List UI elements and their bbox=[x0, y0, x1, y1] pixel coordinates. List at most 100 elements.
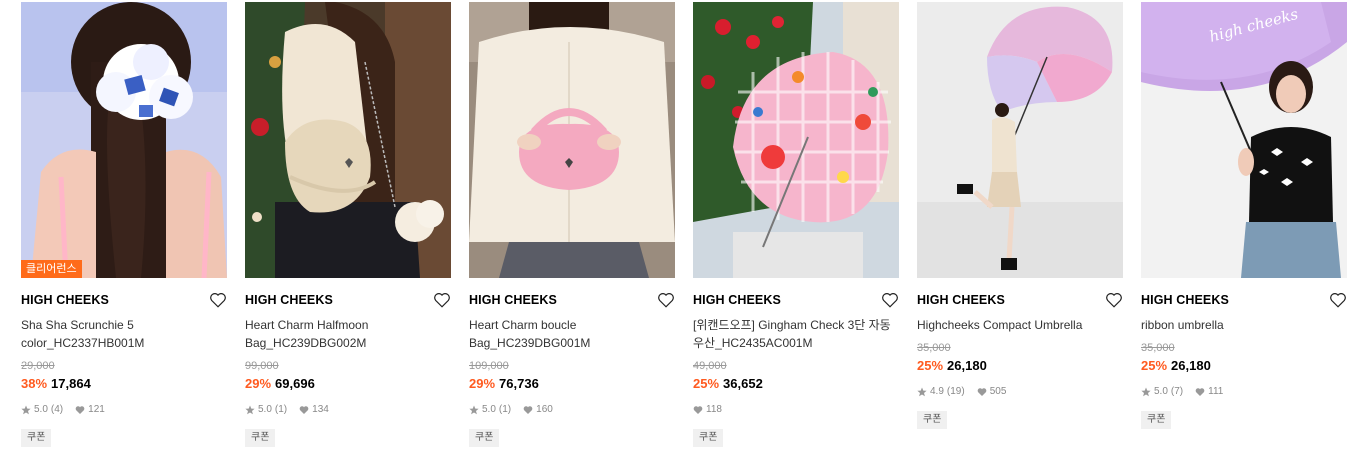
wishlist-heart-icon[interactable] bbox=[881, 291, 899, 309]
product-stats: 4.9 (19) 505 bbox=[917, 386, 1006, 397]
product-name[interactable]: [위캔드오프] Gingham Check 3단 자동 우산_HC2435AC0… bbox=[693, 316, 893, 352]
wishlist-heart-icon[interactable] bbox=[1105, 291, 1123, 309]
coupon-tag: 쿠폰 bbox=[469, 429, 500, 447]
review-count: (1) bbox=[274, 404, 288, 415]
star-icon bbox=[469, 405, 479, 414]
product-name[interactable]: Heart Charm Halfmoon Bag_HC239DBG002M bbox=[245, 316, 445, 352]
like-count: 111 bbox=[1208, 386, 1224, 397]
coupon-tag: 쿠폰 bbox=[1141, 411, 1172, 429]
product-stats: 5.0 (4) 121 bbox=[21, 404, 105, 415]
heart-icon bbox=[977, 387, 987, 396]
star-icon bbox=[1141, 387, 1151, 396]
review-count: (7) bbox=[1170, 386, 1184, 397]
price-row: 25% 26,180 bbox=[1141, 358, 1211, 373]
product-name[interactable]: Sha Sha Scrunchie 5 color_HC2337HB001M bbox=[21, 316, 221, 352]
product-image[interactable] bbox=[469, 2, 675, 278]
like-count: 121 bbox=[88, 404, 105, 415]
sale-price: 36,652 bbox=[723, 376, 763, 391]
coupon-tag: 쿠폰 bbox=[245, 429, 276, 447]
discount-rate: 25% bbox=[1141, 358, 1168, 373]
heart-icon bbox=[1195, 387, 1205, 396]
clearance-badge: 클리어런스 bbox=[21, 260, 82, 278]
product-stats: 5.0 (7) 111 bbox=[1141, 386, 1223, 397]
like-count: 505 bbox=[989, 386, 1007, 397]
heart-icon bbox=[75, 405, 85, 414]
original-price: 29,000 bbox=[21, 360, 55, 372]
sale-price: 17,864 bbox=[51, 376, 91, 391]
price-row: 29% 76,736 bbox=[469, 376, 539, 391]
like-count: 160 bbox=[536, 404, 553, 415]
heart-icon bbox=[693, 405, 703, 414]
product-image[interactable] bbox=[245, 2, 451, 278]
brand-name[interactable]: HIGH CHEEKS bbox=[1141, 293, 1229, 307]
sale-price: 76,736 bbox=[499, 376, 539, 391]
sale-price: 69,696 bbox=[275, 376, 315, 391]
wishlist-heart-icon[interactable] bbox=[657, 291, 675, 309]
product-photo bbox=[693, 2, 899, 278]
original-price: 35,000 bbox=[1141, 342, 1175, 354]
review-count: (1) bbox=[498, 404, 512, 415]
rating: 5.0 bbox=[258, 404, 272, 415]
coupon-tag: 쿠폰 bbox=[21, 429, 52, 447]
brand-name[interactable]: HIGH CHEEKS bbox=[21, 293, 109, 307]
product-photo bbox=[245, 2, 451, 278]
star-icon bbox=[917, 387, 927, 396]
product-image[interactable]: high cheeks bbox=[1141, 2, 1347, 278]
original-price: 99,000 bbox=[245, 360, 279, 372]
product-card[interactable]: HIGH CHEEKS Highcheeks Compact Umbrella … bbox=[917, 2, 1123, 462]
product-stats: 118 bbox=[693, 404, 722, 415]
like-count: 134 bbox=[312, 404, 329, 415]
product-name[interactable]: ribbon umbrella bbox=[1141, 316, 1341, 334]
product-name[interactable]: Highcheeks Compact Umbrella bbox=[917, 316, 1117, 334]
rating: 5.0 bbox=[34, 404, 48, 415]
brand-name[interactable]: HIGH CHEEKS bbox=[917, 293, 1005, 307]
rating: 4.9 bbox=[930, 386, 944, 397]
product-grid: 클리어런스 HIGH CHEEKS Sha Sha Scrunchie 5 co… bbox=[0, 0, 1358, 464]
product-image[interactable]: 클리어런스 bbox=[21, 2, 227, 278]
product-card[interactable]: 클리어런스 HIGH CHEEKS Sha Sha Scrunchie 5 co… bbox=[21, 2, 227, 462]
product-photo bbox=[469, 2, 675, 278]
original-price: 49,000 bbox=[693, 360, 727, 372]
price-row: 25% 36,652 bbox=[693, 376, 763, 391]
discount-rate: 25% bbox=[917, 358, 944, 373]
product-photo bbox=[21, 2, 227, 278]
coupon-tag: 쿠폰 bbox=[917, 411, 948, 429]
review-count: (4) bbox=[50, 404, 64, 415]
sale-price: 26,180 bbox=[1171, 358, 1211, 373]
wishlist-heart-icon[interactable] bbox=[1329, 291, 1347, 309]
like-count: 118 bbox=[706, 404, 722, 415]
product-card[interactable]: HIGH CHEEKS Heart Charm Halfmoon Bag_HC2… bbox=[245, 2, 451, 462]
original-price: 35,000 bbox=[917, 342, 951, 354]
brand-name[interactable]: HIGH CHEEKS bbox=[693, 293, 781, 307]
product-stats: 5.0 (1) 160 bbox=[469, 404, 553, 415]
rating: 5.0 bbox=[482, 404, 496, 415]
discount-rate: 38% bbox=[21, 376, 48, 391]
coupon-tag: 쿠폰 bbox=[693, 429, 724, 447]
product-card[interactable]: HIGH CHEEKS [위캔드오프] Gingham Check 3단 자동 … bbox=[693, 2, 899, 462]
brand-name[interactable]: HIGH CHEEKS bbox=[469, 293, 557, 307]
sale-price: 26,180 bbox=[947, 358, 987, 373]
price-row: 38% 17,864 bbox=[21, 376, 91, 391]
original-price: 109,000 bbox=[469, 360, 509, 372]
product-card[interactable]: high cheeks HIGH CHEEKS ribbon umbrella … bbox=[1141, 2, 1347, 462]
heart-icon bbox=[299, 405, 309, 414]
rating: 5.0 bbox=[1154, 386, 1168, 397]
wishlist-heart-icon[interactable] bbox=[433, 291, 451, 309]
product-image[interactable] bbox=[917, 2, 1123, 278]
discount-rate: 25% bbox=[693, 376, 720, 391]
review-count: (19) bbox=[946, 386, 965, 397]
discount-rate: 29% bbox=[469, 376, 496, 391]
wishlist-heart-icon[interactable] bbox=[209, 291, 227, 309]
discount-rate: 29% bbox=[245, 376, 272, 391]
price-row: 25% 26,180 bbox=[917, 358, 987, 373]
product-card[interactable]: HIGH CHEEKS Heart Charm boucle Bag_HC239… bbox=[469, 2, 675, 462]
heart-icon bbox=[523, 405, 533, 414]
product-photo bbox=[917, 2, 1123, 278]
star-icon bbox=[21, 405, 31, 414]
product-photo: high cheeks bbox=[1141, 2, 1347, 278]
star-icon bbox=[245, 405, 255, 414]
brand-name[interactable]: HIGH CHEEKS bbox=[245, 293, 333, 307]
product-image[interactable] bbox=[693, 2, 899, 278]
product-name[interactable]: Heart Charm boucle Bag_HC239DBG001M bbox=[469, 316, 669, 352]
product-stats: 5.0 (1) 134 bbox=[245, 404, 329, 415]
